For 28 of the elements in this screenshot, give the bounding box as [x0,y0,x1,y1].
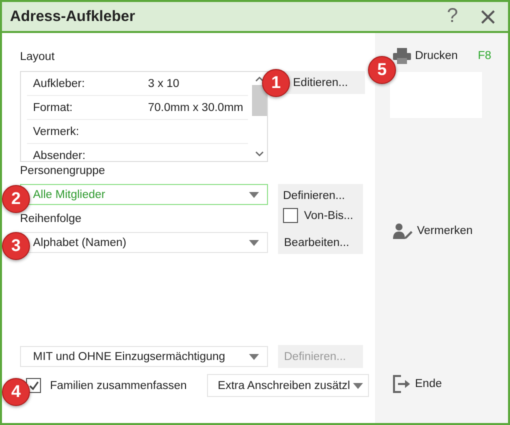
side-button[interactable]: Ende [415,378,442,390]
shortcut-label: F8 [478,50,492,62]
number-callout-tooltip: 5 [368,56,396,84]
side-button[interactable]: Vermerken [417,225,473,237]
layout-property: Format: [32,102,74,114]
range-label: Von-Bis... [304,210,354,222]
window-title: Adress-Aufkleber [10,8,136,25]
order-dropdown[interactable]: Alphabet (Namen) [20,232,268,253]
number-callout-tooltip: 2 [2,185,30,213]
number-callout-tooltip: 4 [2,378,30,406]
layout-value: 3 x 10 [148,78,180,90]
number-callout-tooltip: 1 [262,69,290,97]
mandate-dropdown[interactable]: MIT und OHNE Einzugsermächtigung [20,346,268,367]
order-label: Reihenfolge [20,212,82,227]
group-label: Personengruppe [20,164,106,179]
layout-property: Absender: [32,150,86,161]
layout-property: Vermerk: [32,126,80,138]
help-button[interactable]: ? [446,5,458,28]
define-button[interactable]: Definieren... [283,187,346,205]
layout-value: 70.0mm x 30.0mm [148,102,244,114]
group-dropdown[interactable]: Alle Mitglieder [20,184,268,205]
side-button[interactable]: Drucken [415,50,458,62]
layout-label: Layout [20,50,56,65]
edit-order-button[interactable]: Bearbeiten... [278,232,363,254]
extra-dropdown[interactable]: Extra Anschreiben zusätzl [206,374,369,397]
layout-property: Aufkleber: [32,78,86,90]
number-callout-tooltip: 3 [2,232,30,260]
family-label: Familien zusammenfassen [50,380,187,392]
